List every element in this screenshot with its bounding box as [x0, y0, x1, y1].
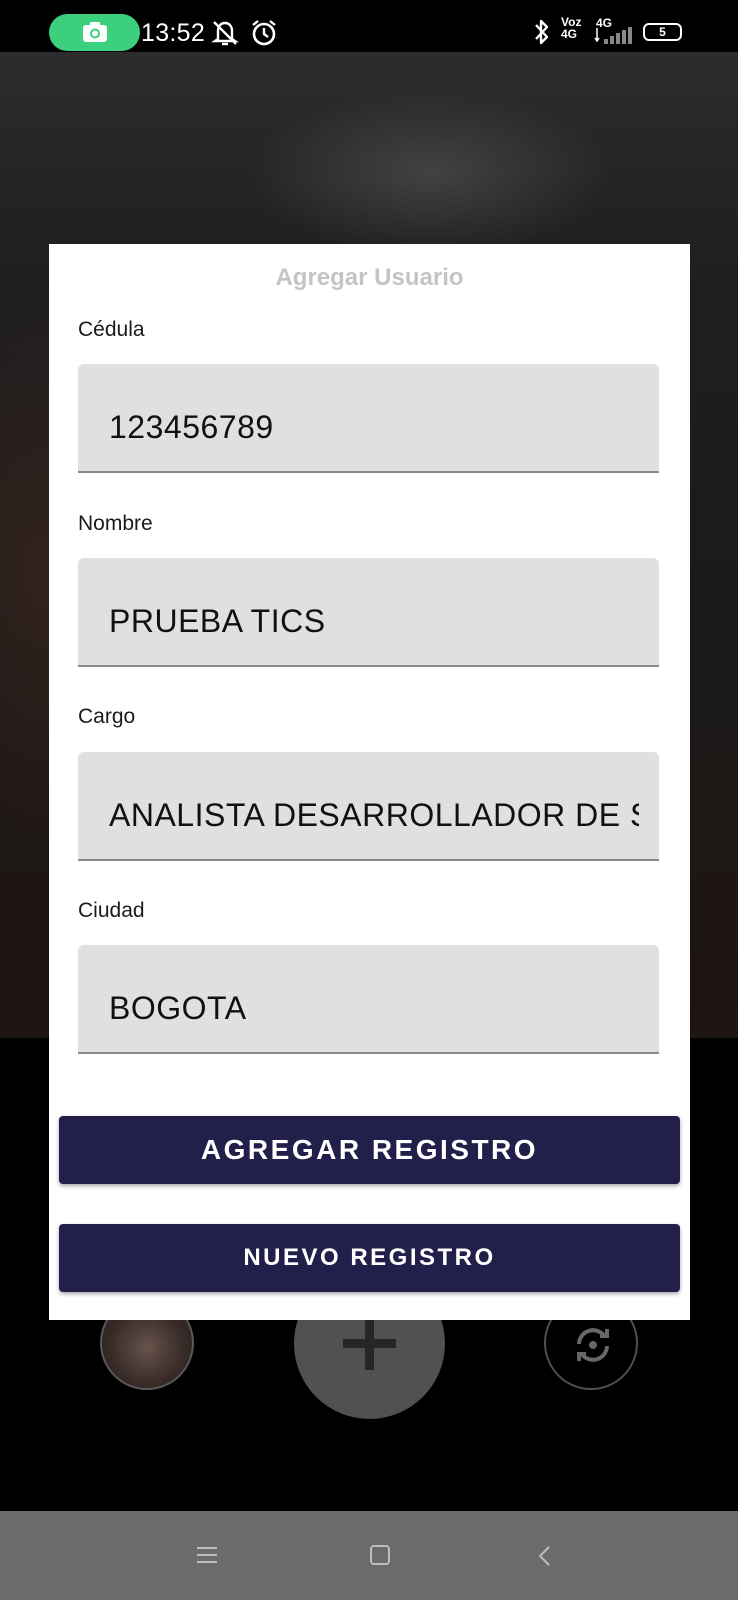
signal-icon	[594, 27, 632, 44]
cedula-label: Cédula	[78, 318, 145, 341]
back-icon	[538, 1546, 550, 1566]
dialog-title: Agregar Usuario	[275, 264, 464, 291]
cargo-field[interactable]: ANALISTA DESARROLLADOR DE S	[78, 752, 659, 861]
add-user-dialog: Agregar Usuario Cédula 123456789 Nombre …	[49, 244, 690, 1320]
home-icon	[370, 1545, 390, 1565]
battery-level: 5	[659, 25, 666, 39]
status-bar: 13:52 Voz 4G 4G 5	[0, 0, 738, 52]
back-button[interactable]	[506, 1511, 586, 1600]
battery-icon: 5	[643, 23, 682, 41]
new-record-button[interactable]: NUEVO REGISTRO	[59, 1224, 680, 1292]
voz-label: Voz 4G	[561, 15, 582, 41]
cedula-value: 123456789	[109, 409, 274, 445]
ciudad-value: BOGOTA	[109, 990, 247, 1026]
ciudad-label: Ciudad	[78, 899, 145, 922]
screen-record-indicator[interactable]	[49, 14, 140, 51]
home-button[interactable]	[341, 1511, 421, 1600]
nombre-value: PRUEBA TICS	[109, 603, 326, 639]
alarm-icon	[252, 20, 276, 46]
bluetooth-icon	[535, 19, 549, 45]
cedula-field[interactable]: 123456789	[78, 364, 659, 473]
cargo-value: ANALISTA DESARROLLADOR DE S	[109, 797, 639, 833]
ciudad-field[interactable]: BOGOTA	[78, 945, 659, 1054]
cargo-label: Cargo	[78, 705, 136, 728]
menu-icon	[197, 1547, 217, 1563]
nombre-label: Nombre	[78, 512, 153, 535]
camera-icon	[83, 22, 107, 42]
menu-button[interactable]	[168, 1511, 248, 1600]
nombre-field[interactable]: PRUEBA TICS	[78, 558, 659, 667]
add-record-button[interactable]: AGREGAR REGISTRO	[59, 1116, 680, 1184]
mute-icon	[211, 21, 239, 46]
status-time: 13:52	[141, 19, 206, 47]
navigation-bar	[0, 1511, 738, 1600]
